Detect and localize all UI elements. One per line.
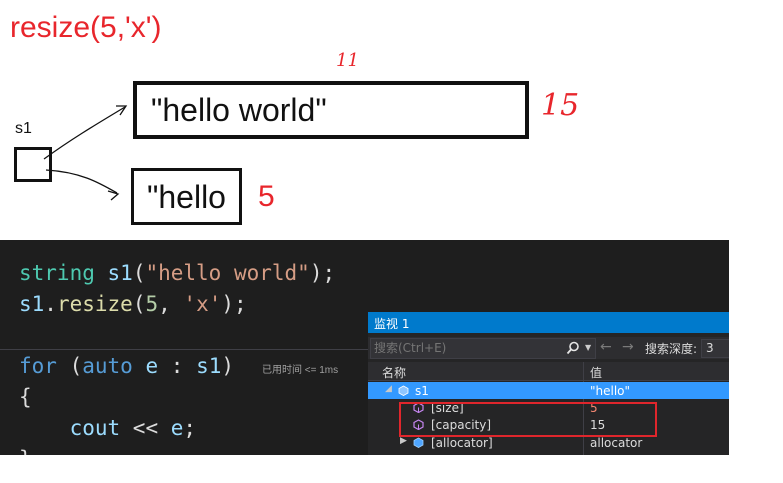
string-before-text: "hello world" <box>151 92 327 128</box>
token-string: "hello world" <box>145 261 310 285</box>
chevron-down-icon[interactable]: ▼ <box>585 343 591 352</box>
token-keyword: for <box>19 354 57 378</box>
arrow-to-short-box <box>45 169 118 194</box>
code-line-6: } <box>19 444 32 455</box>
token-punct: ) <box>221 354 235 378</box>
arrow-to-long-box <box>43 106 126 160</box>
string-box-after: "hello <box>131 168 242 225</box>
search-depth-value: 3 <box>706 341 714 355</box>
arrow-right-icon[interactable]: → <box>622 339 634 355</box>
watch-row-value: allocator <box>590 436 643 450</box>
watch-toolbar: ▼ ← → 搜索深度: 3 <box>368 337 729 359</box>
search-depth-label: 搜索深度: <box>645 342 698 356</box>
watch-row-s1[interactable]: ◢ s1 "hello" <box>368 382 729 399</box>
token-char: 'x' <box>183 292 222 316</box>
token-ident: cout <box>69 416 121 440</box>
expand-triangle-icon[interactable]: ▶ <box>400 436 407 446</box>
code-line-2: s1.resize(5, 'x'); <box>19 289 247 319</box>
token-number: 5 <box>145 292 159 316</box>
token-punct: . <box>44 292 57 316</box>
code-line-4: { <box>19 385 32 409</box>
token-type: string <box>19 261 95 285</box>
token-punct: : <box>158 354 197 378</box>
string-box-before: "hello world" <box>133 81 529 139</box>
search-icon[interactable] <box>566 341 580 355</box>
code-line-5: cout << e; <box>19 413 196 443</box>
token-method: resize <box>56 292 133 316</box>
var-label-s1: s1 <box>15 120 32 137</box>
arrow-head-long <box>116 105 128 116</box>
watch-row-value: "hello" <box>590 384 631 398</box>
string-after-text: "hello <box>147 179 226 215</box>
token-punct: , <box>158 292 184 316</box>
token-punct: ( <box>132 292 146 316</box>
code-separator <box>0 349 380 350</box>
note-capacity: 15 <box>541 88 580 123</box>
token-var: s1 <box>196 354 222 378</box>
token-punct: ( <box>132 261 146 285</box>
token-var: e <box>170 416 184 440</box>
watch-window[interactable]: 监视 1 ▼ ← → 搜索深度: 3 名称 值 ◢ s1 "hello" <box>368 312 729 455</box>
token-punct: ); <box>221 292 247 316</box>
column-value-header[interactable]: 值 <box>590 364 602 381</box>
token-operator: << <box>120 416 171 440</box>
watch-title: 监视 1 <box>374 317 410 331</box>
token-keyword: auto <box>82 354 133 378</box>
watch-title-bar[interactable]: 监视 1 <box>368 312 729 333</box>
watch-row-name: [allocator] <box>431 436 493 450</box>
object-icon <box>413 437 424 448</box>
token-var: s1 <box>19 292 45 316</box>
token-var: s1 <box>107 261 133 285</box>
token-punct: ); <box>309 261 336 285</box>
token-var: e <box>145 354 159 378</box>
search-depth-input[interactable]: 3 <box>701 339 729 358</box>
watch-row-name: s1 <box>415 384 429 398</box>
token-punct: ( <box>56 354 83 378</box>
note-size-before: 11 <box>336 50 359 71</box>
collapse-triangle-icon[interactable]: ◢ <box>385 384 392 394</box>
note-size-after: 5 <box>258 180 275 213</box>
column-name-header[interactable]: 名称 <box>382 364 406 381</box>
watch-column-header: 名称 值 <box>368 362 729 381</box>
arrow-left-icon[interactable]: ← <box>600 339 612 355</box>
search-input[interactable] <box>374 340 564 355</box>
token-punct: ; <box>183 416 197 440</box>
highlight-box <box>399 402 657 437</box>
object-icon <box>398 385 409 396</box>
search-box[interactable]: ▼ <box>370 338 596 359</box>
code-line-1: string s1("hello world"); <box>19 258 335 288</box>
code-line-3: for (auto e : s1) <box>19 351 234 381</box>
var-box-s1 <box>14 147 52 182</box>
perf-tip[interactable]: 已用时间 <= 1ms <box>262 361 338 376</box>
